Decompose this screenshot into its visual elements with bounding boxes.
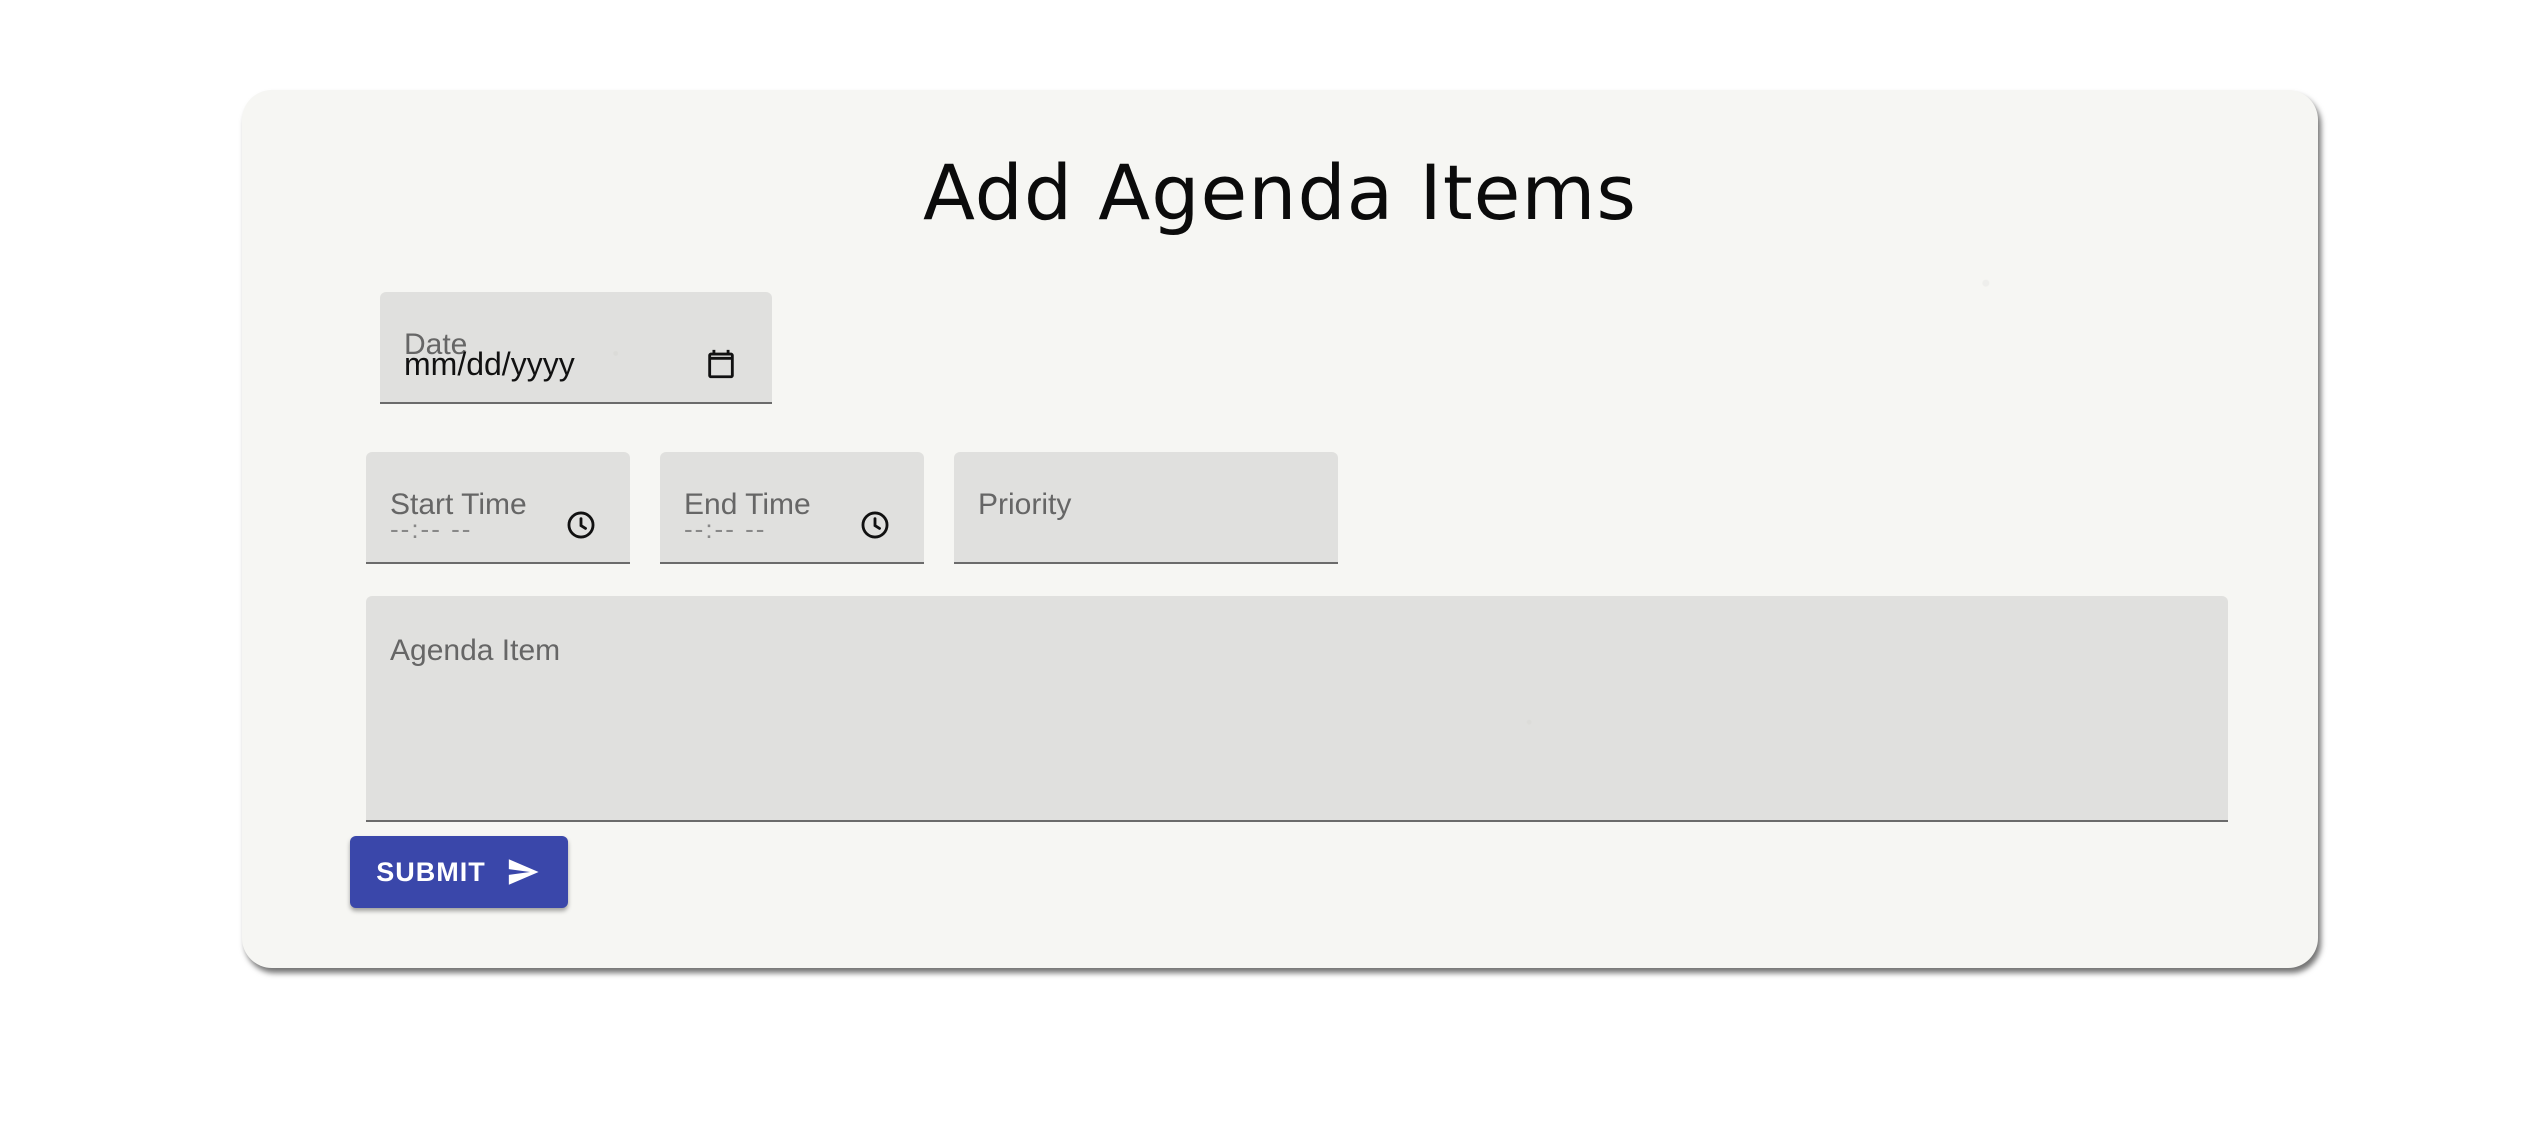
start-time-value: --:-- -- — [390, 514, 473, 544]
calendar-icon[interactable] — [704, 346, 738, 382]
agenda-item-textarea[interactable]: Agenda Item — [366, 596, 2228, 822]
agenda-form-card: Add Agenda Items Date mm/dd/yyyy Start T… — [242, 90, 2318, 968]
clock-icon[interactable] — [564, 508, 598, 542]
agenda-item-label: Agenda Item — [390, 634, 561, 667]
date-value: mm/dd/yyyy — [404, 346, 575, 382]
submit-button[interactable]: SUBMIT — [350, 836, 568, 908]
priority-field[interactable]: Priority — [954, 452, 1338, 564]
end-time-value: --:-- -- — [684, 514, 767, 544]
start-time-field[interactable]: Start Time --:-- -- — [366, 452, 630, 564]
end-time-field[interactable]: End Time --:-- -- — [660, 452, 924, 564]
priority-label: Priority — [978, 488, 1072, 521]
clock-icon[interactable] — [858, 508, 892, 542]
page-title: Add Agenda Items — [922, 148, 1638, 237]
date-field[interactable]: Date mm/dd/yyyy — [380, 292, 772, 404]
send-icon — [508, 859, 539, 885]
submit-button-label: SUBMIT — [376, 856, 486, 887]
